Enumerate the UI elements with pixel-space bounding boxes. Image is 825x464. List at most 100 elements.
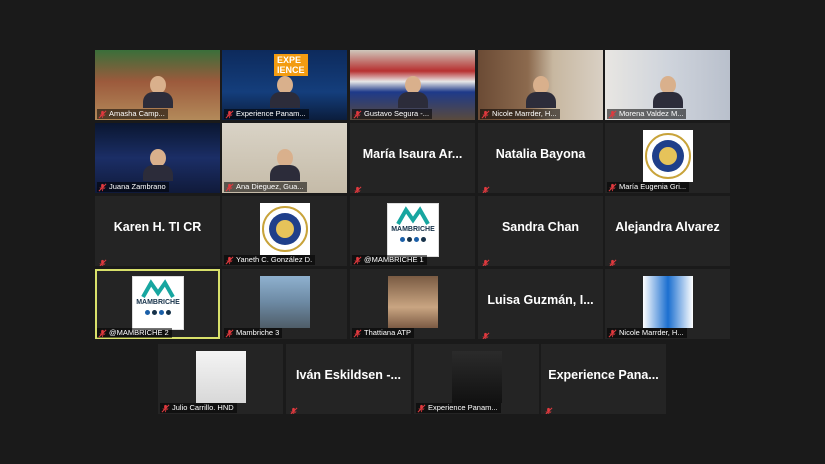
participant-tile[interactable]: Experience Pana... (541, 344, 666, 414)
mic-muted-icon (544, 403, 553, 414)
mic-muted-icon (608, 255, 617, 266)
mic-muted-icon (417, 404, 426, 413)
participant-label: Morena Valdez M... (607, 109, 687, 119)
mic-muted-icon (225, 256, 234, 265)
participant-tile[interactable]: Natalia Bayona (478, 123, 603, 193)
participant-tile[interactable]: Morena Valdez M... (605, 50, 730, 120)
mic-muted-icon (98, 255, 107, 266)
mic-muted-icon (481, 182, 490, 193)
participant-label-text: María Eugenia Gri... (619, 182, 687, 191)
seal-emblem-icon (262, 206, 308, 252)
participant-label: Mambriche 3 (224, 328, 283, 338)
mic-muted-icon (161, 404, 170, 413)
person-silhouette (525, 76, 556, 110)
participant-tile[interactable]: EXPE IENCE Experience Panam... (222, 50, 347, 120)
participant-label-text: Experience Panam... (428, 403, 498, 412)
participant-label: Experience Panam... (416, 403, 501, 413)
participant-name: Experience Pana... (548, 368, 659, 382)
participant-label-text: Nicole Marrder, H... (492, 109, 557, 118)
participant-label-text: Mambriche 3 (236, 328, 280, 337)
mic-muted-icon (608, 329, 617, 338)
participant-name: Luisa Guzmán, I... (487, 293, 594, 307)
mambriche-logo: MAMBRICHE (132, 276, 184, 330)
mic-muted-icon (353, 182, 362, 193)
banner-text: EXPE IENCE (274, 54, 308, 76)
participant-label-text: Amasha Camp... (109, 109, 165, 118)
participant-label-text: Experience Panam... (236, 109, 306, 118)
participant-name: Alejandra Alvarez (615, 220, 720, 234)
participant-tile[interactable]: Nicole Marrder, H... (605, 269, 730, 339)
participant-photo (452, 351, 502, 403)
mic-muted-icon (353, 329, 362, 338)
mic-muted-icon (608, 183, 617, 192)
mic-muted-icon (481, 110, 490, 119)
participant-label: Nicole Marrder, H... (607, 328, 687, 338)
participant-label: Thattiana ATP (352, 328, 414, 338)
participant-label: @MAMBRICHE 1 (352, 255, 427, 265)
participant-tile[interactable]: María Isaura Ar... (350, 123, 475, 193)
participant-label: Ana Dieguez, Gua... (224, 182, 307, 192)
participant-tile[interactable]: Karen H. TI CR (95, 196, 220, 266)
social-icons (400, 237, 426, 242)
mic-muted-icon (353, 110, 362, 119)
participant-label: Julio Carrillo. HND (160, 403, 237, 413)
participant-label-text: @MAMBRICHE 2 (109, 328, 169, 337)
participant-tile[interactable]: Alejandra Alvarez (605, 196, 730, 266)
participant-tile[interactable]: Sandra Chan (478, 196, 603, 266)
logo-text: MAMBRICHE (391, 226, 435, 233)
participant-label: María Eugenia Gri... (607, 182, 690, 192)
participant-label: Juana Zambrano (97, 182, 169, 192)
participant-tile[interactable]: Julio Carrillo. HND (158, 344, 283, 414)
participant-tile[interactable]: Experience Panam... (414, 344, 539, 414)
participant-tile[interactable]: Yaneth C. González D. (222, 196, 347, 266)
participant-label-text: Thattiana ATP (364, 328, 411, 337)
participant-label-text: Yaneth C. González D. (236, 255, 313, 264)
participant-tile[interactable]: Iván Eskildsen -... (286, 344, 411, 414)
mic-muted-icon (98, 329, 107, 338)
mic-muted-icon (481, 255, 490, 266)
participant-tile[interactable]: María Eugenia Gri... (605, 123, 730, 193)
mic-muted-icon (98, 183, 107, 192)
participant-label: Gustavo Segura -... (352, 109, 433, 119)
participant-tile[interactable]: Juana Zambrano (95, 123, 220, 193)
participant-tile[interactable]: Gustavo Segura -... (350, 50, 475, 120)
participant-label-text: Morena Valdez M... (619, 109, 684, 118)
participant-label-text: Nicole Marrder, H... (619, 328, 684, 337)
participant-label: Yaneth C. González D. (224, 255, 316, 265)
participant-tile[interactable]: Mambriche 3 (222, 269, 347, 339)
mambriche-mark-icon (396, 206, 430, 225)
participant-label: Experience Panam... (224, 109, 309, 119)
participant-photo (196, 351, 246, 403)
participant-tile[interactable]: Nicole Marrder, H... (478, 50, 603, 120)
participant-label-text: Gustavo Segura -... (364, 109, 430, 118)
participant-name: Sandra Chan (501, 220, 580, 234)
participant-tile[interactable]: Luisa Guzmán, I... (478, 269, 603, 339)
participant-photo (388, 276, 438, 328)
mic-muted-icon (608, 110, 617, 119)
participant-tile[interactable]: Amasha Camp... (95, 50, 220, 120)
mic-muted-icon (98, 110, 107, 119)
person-silhouette (397, 76, 428, 110)
participant-label-text: Julio Carrillo. HND (172, 403, 234, 412)
participant-label-text: Ana Dieguez, Gua... (236, 182, 304, 191)
mic-muted-icon (353, 256, 362, 265)
mic-muted-icon (225, 110, 234, 119)
person-silhouette (269, 149, 300, 183)
logo-text: MAMBRICHE (136, 299, 180, 306)
gallery-grid: Amasha Camp... EXPE IENCE Experience Panam… (0, 0, 825, 464)
seal-emblem-icon (645, 133, 691, 179)
organization-seal (260, 203, 310, 255)
participant-tile[interactable]: MAMBRICHE @MAMBRICHE 2 (95, 269, 220, 339)
participant-label: Nicole Marrder, H... (480, 109, 560, 119)
participant-name: Iván Eskildsen -... (296, 368, 401, 382)
person-silhouette (652, 76, 683, 110)
participant-photo (643, 276, 693, 328)
participant-tile[interactable]: Thattiana ATP (350, 269, 475, 339)
participant-label-text: @MAMBRICHE 1 (364, 255, 424, 264)
participant-label-text: Juana Zambrano (109, 182, 166, 191)
participant-tile[interactable]: MAMBRICHE @MAMBRICHE 1 (350, 196, 475, 266)
participant-tile[interactable]: Ana Dieguez, Gua... (222, 123, 347, 193)
participant-name: Karen H. TI CR (113, 220, 202, 234)
mic-muted-icon (225, 329, 234, 338)
mic-muted-icon (225, 183, 234, 192)
